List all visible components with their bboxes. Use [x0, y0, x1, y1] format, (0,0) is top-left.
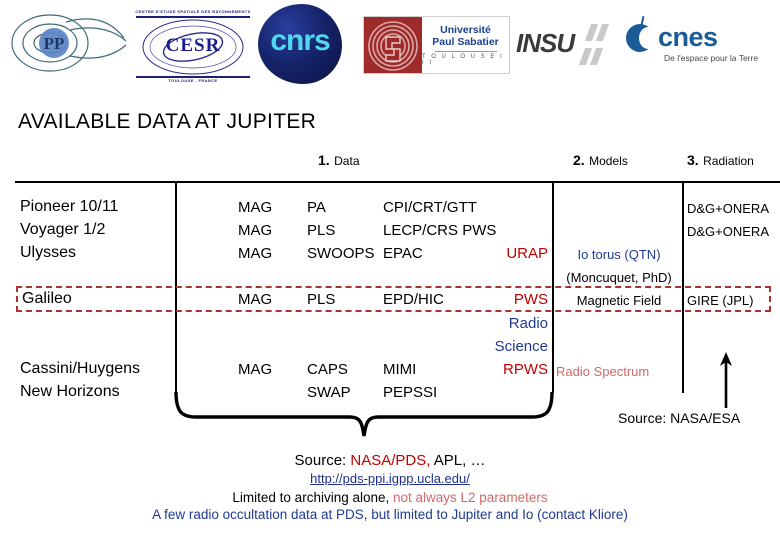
table-row-mission-new-horizons: New Horizons — [20, 383, 120, 400]
ups-emblem-panel — [364, 17, 422, 73]
table-row-mission-pioneer: Pioneer 10/11 — [20, 198, 119, 215]
insu-logo: INSU — [516, 22, 621, 70]
cell-galileo-radio: PWS — [513, 291, 548, 308]
footer-block: Source: NASA/PDS, APL, … http://pds-ppi.… — [0, 452, 780, 522]
cell-radio-science-line1: Radio — [508, 315, 548, 332]
column-header-radiation-label: Radiation — [703, 154, 754, 168]
footer-note1-black: Limited to archiving alone, — [232, 490, 393, 505]
cell-galileo-instruments: EPD/HIC — [383, 291, 444, 308]
cell-pioneer-plasma: PA — [307, 199, 326, 216]
cnes-logo: cnes De l'espace pour la Terre — [626, 15, 766, 70]
ups-text-block: Université Paul Sabatier T O U L O U S E… — [422, 17, 509, 73]
cell-radiation-pioneer: D&G+ONERA — [687, 201, 769, 216]
ppi-logo: PP — [8, 8, 128, 78]
cell-cassini-mag: MAG — [238, 361, 273, 378]
insu-stripe — [589, 48, 604, 65]
cell-radiation-voyager: D&G+ONERA — [687, 224, 769, 239]
cell-pioneer-mag: MAG — [238, 199, 273, 216]
logo-bar: PP CENTRE D'ETUDE SPATIALE DES RAYONNEME… — [0, 0, 780, 90]
insu-wordmark: INSU — [516, 28, 575, 58]
cesr-bottom-text: TOULOUSE - FRANCE — [168, 78, 218, 83]
footer-source-suffix: APL, … — [430, 452, 486, 469]
table-top-rule — [15, 181, 780, 184]
column-header-radiation-number: 3. — [687, 152, 699, 168]
column-header-data: 1. Data — [318, 152, 360, 170]
table-row-mission-galileo: Galileo — [22, 290, 72, 307]
cell-model-radio-spectrum: Radio Spectrum — [556, 364, 650, 379]
ups-maze-icon — [368, 21, 418, 71]
cell-radiation-galileo: GIRE (JPL) — [687, 293, 754, 308]
grouping-brace — [172, 390, 556, 438]
column-header-models: 2. Models — [573, 152, 628, 170]
cell-model-io-torus-reference: (Moncuquet, PhD) — [566, 270, 672, 285]
cesr-logo: CENTRE D'ETUDE SPATIALE DES RAYONNEMENTS… — [132, 6, 254, 83]
footer-source-prefix: Source: — [294, 452, 351, 469]
page-title: AVAILABLE DATA AT JUPITER — [18, 110, 317, 133]
cell-radio-science-line2: Science — [494, 338, 548, 355]
table-row-mission-ulysses: Ulysses — [20, 244, 77, 261]
cell-voyager-mag: MAG — [238, 222, 273, 239]
source-nasa-esa-label: Source: NASA/ESA — [618, 410, 741, 426]
cell-cassini-instruments: MIMI — [383, 361, 417, 378]
ups-line1: Université — [440, 24, 491, 36]
footer-note1: Limited to archiving alone, not always L… — [0, 490, 780, 505]
cell-pioneer-instruments: CPI/CRT/GTT — [383, 199, 477, 216]
cesr-top-text: CENTRE D'ETUDE SPATIALE DES RAYONNEMENTS — [135, 9, 251, 14]
pds-archive-link[interactable]: http://pds-ppi.igpp.ucla.edu/ — [310, 471, 470, 486]
ups-divider — [434, 51, 497, 52]
column-header-radiation: 3. Radiation — [687, 152, 754, 170]
footer-note1-red: not always L2 parameters — [393, 490, 548, 505]
cell-voyager-instruments: LECP/CRS PWS — [383, 222, 497, 239]
cnrs-logo: cnrs — [258, 4, 342, 84]
footer-note2: A few radio occultation data at PDS, but… — [152, 507, 628, 522]
svg-text:PP: PP — [44, 34, 65, 53]
cell-cassini-radio: RPWS — [503, 361, 548, 378]
footer-source-red: NASA/PDS, — [350, 452, 431, 469]
cell-ulysses-radio: URAP — [506, 245, 548, 262]
footer-source-line: Source: NASA/PDS, APL, … — [0, 452, 780, 469]
cell-galileo-plasma: PLS — [307, 291, 336, 308]
column-header-data-number: 1. — [318, 152, 330, 168]
ups-line3: T O U L O U S E I I I — [422, 54, 504, 66]
cesr-wordmark: CESR — [165, 35, 221, 56]
up-arrow-icon — [706, 348, 746, 410]
cell-ulysses-plasma: SWOOPS — [307, 245, 375, 262]
table-row-mission-voyager: Voyager 1/2 — [20, 221, 106, 238]
cnrs-wordmark: cnrs — [270, 24, 330, 57]
slide-root: PP CENTRE D'ETUDE SPATIALE DES RAYONNEME… — [0, 0, 780, 540]
footer-url-line[interactable]: http://pds-ppi.igpp.ucla.edu/ — [0, 471, 780, 486]
column-header-data-label: Data — [334, 154, 360, 168]
cell-galileo-mag: MAG — [238, 291, 273, 308]
universite-paul-sabatier-logo: Université Paul Sabatier T O U L O U S E… — [363, 16, 510, 74]
cell-model-magnetic-field: Magnetic Field — [576, 293, 662, 308]
column-header-models-number: 2. — [573, 152, 585, 168]
cnes-wordmark: cnes — [658, 22, 718, 52]
cell-ulysses-instruments: EPAC — [383, 245, 423, 262]
ups-line2: Paul Sabatier — [432, 36, 499, 48]
cell-voyager-plasma: PLS — [307, 222, 336, 239]
cnes-tagline: De l'espace pour la Terre — [664, 53, 759, 63]
cell-ulysses-mag: MAG — [238, 245, 273, 262]
cell-model-io-torus: Io torus (QTN) — [577, 247, 661, 262]
table-row-mission-cassini: Cassini/Huygens — [20, 360, 141, 377]
cell-cassini-plasma: CAPS — [307, 361, 348, 378]
column-header-models-label: Models — [589, 154, 628, 168]
insu-stripe — [595, 24, 610, 41]
